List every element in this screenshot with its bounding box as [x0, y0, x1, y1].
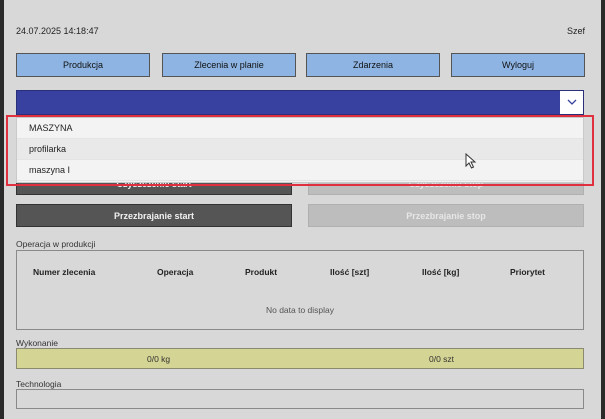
operacja-label: Operacja w produkcji	[16, 239, 96, 249]
wyloguj-button[interactable]: Wyloguj	[451, 53, 585, 77]
datetime-display: 24.07.2025 14:18:47	[16, 26, 99, 36]
przezbrajanie-stop-button[interactable]: Przezbrajanie stop	[308, 204, 584, 227]
column-priorytet: Priorytet	[510, 267, 545, 277]
user-name: Szef	[566, 26, 585, 36]
operacja-table: Numer zlecenia Operacja Produkt Ilość [s…	[16, 250, 584, 330]
progress-kg-value: 0/0 kg	[147, 354, 171, 364]
column-numer-zlecenia: Numer zlecenia	[33, 267, 96, 277]
column-operacja: Operacja	[157, 267, 194, 277]
mouse-cursor-icon	[465, 153, 477, 169]
zlecenia-w-planie-button[interactable]: Zlecenia w planie	[162, 53, 296, 77]
wykonanie-progress: 0/0 kg 0/0 szt	[16, 348, 584, 369]
technologia-label: Technologia	[16, 379, 62, 389]
zdarzenia-button[interactable]: Zdarzenia	[306, 53, 440, 77]
app-screen: 24.07.2025 14:18:47 Szef Produkcja Zlece…	[4, 0, 601, 419]
column-ilosc-szt: Ilość [szt]	[330, 267, 370, 277]
przezbrajanie-start-button[interactable]: Przezbrajanie start	[16, 204, 292, 227]
top-bar: 24.07.2025 14:18:47 Szef	[4, 0, 601, 46]
column-ilosc-kg: Ilość [kg]	[422, 267, 460, 277]
wykonanie-label: Wykonanie	[16, 338, 58, 348]
chevron-down-icon[interactable]	[560, 91, 583, 114]
column-produkt: Produkt	[245, 267, 278, 277]
progress-szt-value: 0/0 szt	[429, 354, 455, 364]
table-empty-message: No data to display	[265, 305, 335, 315]
technologia-field	[16, 389, 584, 409]
annotation-highlight-box	[6, 115, 594, 186]
produkcja-button[interactable]: Produkcja	[16, 53, 150, 77]
machine-select[interactable]	[16, 90, 584, 115]
